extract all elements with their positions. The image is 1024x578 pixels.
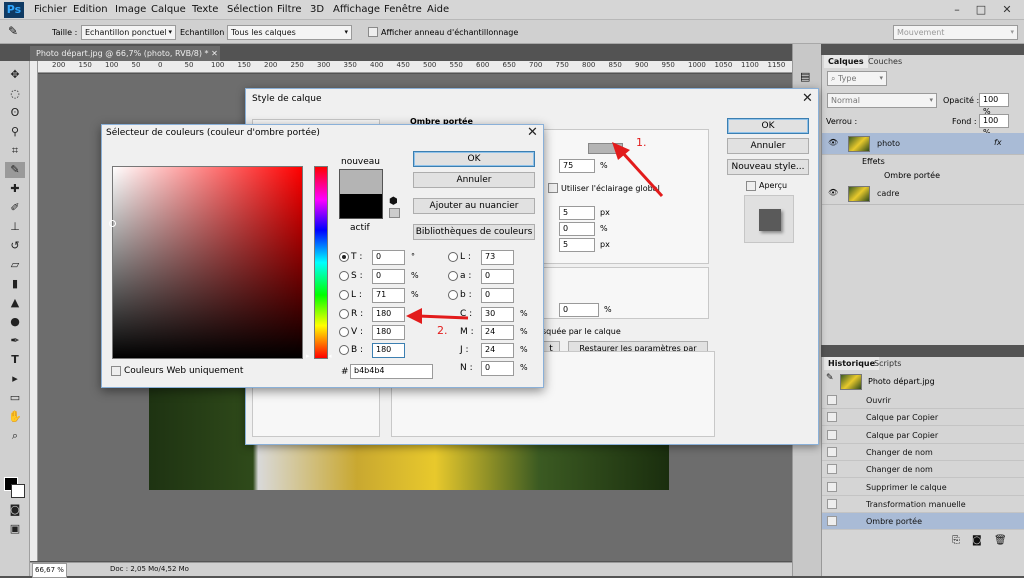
- annotation-label-1: 1.: [636, 136, 647, 149]
- annotation-label-2: 2.: [437, 324, 448, 337]
- annotation-arrows: [406, 142, 664, 324]
